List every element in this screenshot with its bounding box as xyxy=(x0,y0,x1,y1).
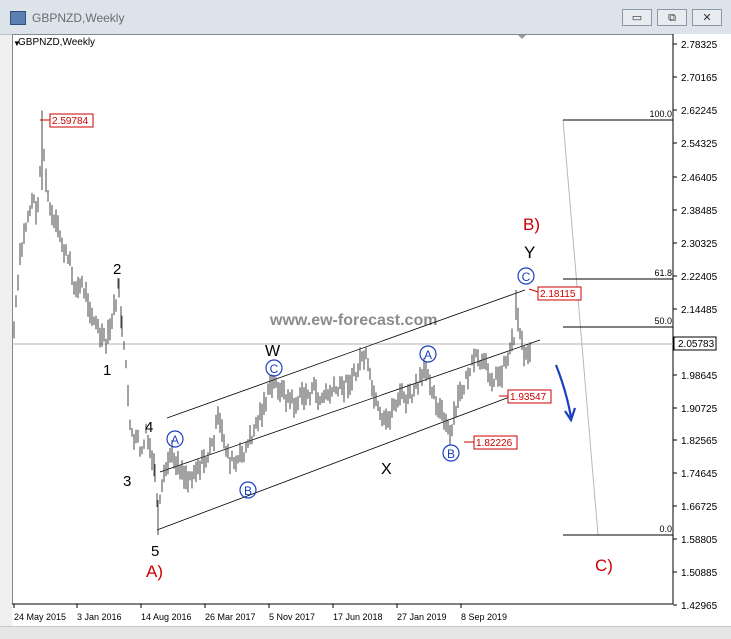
fib-label-618: 61.8 xyxy=(654,268,672,278)
price-tick-label: 1.82565 xyxy=(681,436,718,447)
time-tick-label: 27 Jan 2019 xyxy=(397,612,447,622)
time-tick-label: 8 Sep 2019 xyxy=(461,612,507,622)
wave-label-x: X xyxy=(381,461,392,478)
callout-low-b: 1.82226 xyxy=(476,438,513,449)
fib-label-0: 0.0 xyxy=(659,524,672,534)
callout-support: 1.93547 xyxy=(510,392,547,403)
time-tick-label: 17 Jun 2018 xyxy=(333,612,383,622)
price-tick-label: 2.14485 xyxy=(681,305,718,316)
wave-label-w: W xyxy=(265,343,281,360)
circle-b-2-label: B xyxy=(447,447,455,461)
callout-high: 2.59784 xyxy=(52,116,89,127)
period-marker-icon xyxy=(518,35,526,39)
wave-label-2: 2 xyxy=(113,261,121,278)
price-tick-label: 2.54325 xyxy=(681,139,718,150)
fib-label-100: 100.0 xyxy=(649,109,672,119)
circle-a-1-label: A xyxy=(171,433,179,447)
fib-label-50: 50.0 xyxy=(654,316,672,326)
price-tick-label: 1.90725 xyxy=(681,404,718,415)
wave-label-1: 1 xyxy=(103,362,111,379)
chart-symbol-label: GBPNZD,Weekly xyxy=(18,37,95,48)
time-tick-label: 5 Nov 2017 xyxy=(269,612,315,622)
time-tick-label: 3 Jan 2016 xyxy=(77,612,122,622)
price-tick-label: 2.38485 xyxy=(681,206,718,217)
price-axis-ticks: 2.78325 2.70165 2.62245 2.54325 2.46405 2.384… xyxy=(673,40,718,612)
price-tick-label: 2.30325 xyxy=(681,239,718,250)
wave-label-c-big: C) xyxy=(595,556,613,575)
circle-b-1-label: B xyxy=(244,484,252,498)
price-tick-label: 2.22405 xyxy=(681,272,718,283)
circle-a-2-label: A xyxy=(424,348,432,362)
fib-levels: 100.0 61.8 50.0 0.0 xyxy=(563,109,673,536)
price-tick-label: 1.66725 xyxy=(681,502,718,513)
price-tick-label: 2.70165 xyxy=(681,73,718,84)
channel-upper-line xyxy=(166,289,526,419)
price-tick-label: 1.74645 xyxy=(681,469,718,480)
current-price-label: 2.05783 xyxy=(678,339,715,350)
wave-label-4: 4 xyxy=(145,419,153,436)
callout-recent-high: 2.18115 xyxy=(540,289,576,300)
wave-label-y: Y xyxy=(524,243,535,262)
projection-arrow xyxy=(554,364,577,423)
circle-c-2-label: C xyxy=(522,270,531,284)
time-axis-ticks: 24 May 2015 3 Jan 2016 14 Aug 2016 26 Mar 2… xyxy=(13,604,507,622)
price-tick-label: 2.62245 xyxy=(681,106,718,117)
channel-mid-line xyxy=(159,339,541,473)
price-tick-label: 1.58805 xyxy=(681,535,718,546)
price-tick-label: 2.46405 xyxy=(681,173,718,184)
chart-menu-arrow[interactable]: ▼ xyxy=(13,39,21,48)
price-chart: GBPNZD,Weekly ▼ www.ew-forecast.com 100.… xyxy=(12,34,718,622)
time-tick-label: 26 Mar 2017 xyxy=(205,612,256,622)
channel-lower-line xyxy=(156,389,529,531)
price-tick-label: 2.78325 xyxy=(681,40,718,51)
price-tick-label: 1.50885 xyxy=(681,568,718,579)
time-tick-label: 14 Aug 2016 xyxy=(141,612,192,622)
wave-label-a-big: A) xyxy=(146,562,163,581)
price-tick-label: 1.98645 xyxy=(681,371,718,382)
price-tick-label: 1.42965 xyxy=(681,601,718,612)
watermark: www.ew-forecast.com xyxy=(269,312,437,329)
circle-c-1-label: C xyxy=(270,362,279,376)
wave-label-b-big: B) xyxy=(523,215,540,234)
wave-label-3: 3 xyxy=(123,473,131,490)
wave-label-5: 5 xyxy=(151,543,159,560)
time-tick-label: 24 May 2015 xyxy=(14,612,66,622)
